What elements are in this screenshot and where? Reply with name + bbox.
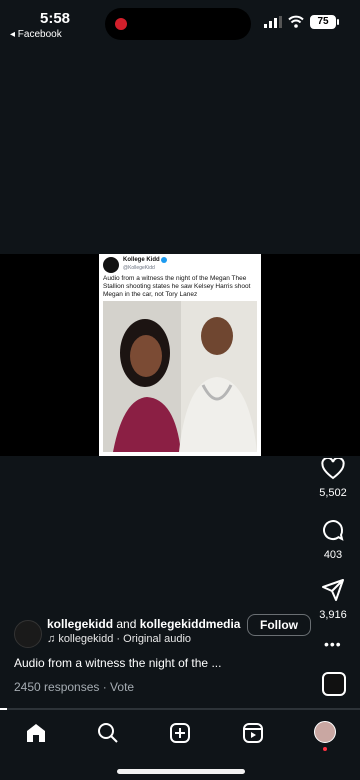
like-count: 5,502 bbox=[319, 487, 347, 499]
progress-fill bbox=[0, 708, 8, 710]
home-indicator bbox=[117, 769, 245, 774]
audio-thumbnail[interactable] bbox=[322, 672, 346, 696]
author-row: kollegekidd and kollegekiddmedia ♫ kolle… bbox=[14, 614, 311, 654]
share-action[interactable]: 3,916 bbox=[306, 578, 360, 621]
tweet-text: Audio from a witness the night of the Me… bbox=[103, 275, 251, 298]
reels-icon[interactable] bbox=[241, 721, 265, 745]
author-names: kollegekidd and kollegekiddmedia bbox=[47, 617, 240, 631]
tweet-screenshot: Kollege Kidd @KollegeKidd Audio from a w… bbox=[99, 254, 261, 456]
profile-avatar[interactable] bbox=[314, 721, 336, 743]
comment-icon[interactable] bbox=[321, 518, 345, 542]
collaborator-username[interactable]: kollegekiddmedia bbox=[140, 617, 241, 631]
wifi-icon bbox=[288, 15, 304, 28]
more-options-icon[interactable]: ••• bbox=[324, 636, 342, 652]
tweet-name: Kollege Kidd bbox=[123, 257, 160, 263]
audio-label: Original audio bbox=[123, 633, 192, 645]
create-icon[interactable] bbox=[168, 721, 192, 745]
audio-line[interactable]: ♫ kollegekidd · Original audio bbox=[47, 633, 191, 645]
tweet-handle: @KollegeKidd bbox=[123, 265, 155, 271]
audio-separator: · bbox=[116, 633, 121, 645]
search-icon[interactable] bbox=[96, 721, 120, 745]
battery-cap bbox=[337, 19, 339, 25]
responses-vote[interactable]: 2450 responses · Vote bbox=[14, 680, 134, 694]
tweet-avatar bbox=[103, 257, 119, 273]
notification-dot bbox=[323, 747, 327, 751]
tweet-photo bbox=[103, 301, 257, 452]
back-to-facebook-link[interactable]: ◂ Facebook bbox=[10, 29, 62, 40]
cellular-signal-icon bbox=[264, 16, 282, 28]
status-bar: 5:58 ◂ Facebook 75 bbox=[0, 0, 360, 48]
author-and: and bbox=[116, 617, 137, 631]
like-action[interactable]: 5,502 bbox=[306, 458, 360, 499]
share-count: 3,916 bbox=[319, 609, 347, 621]
music-note-icon: ♫ bbox=[47, 633, 56, 645]
caption[interactable]: Audio from a witness the night of the ..… bbox=[14, 656, 221, 670]
battery-level: 75 bbox=[310, 15, 336, 29]
recording-indicator-icon bbox=[115, 18, 127, 30]
comment-action[interactable]: 403 bbox=[306, 518, 360, 561]
author-username[interactable]: kollegekidd bbox=[47, 617, 113, 631]
video-progress[interactable] bbox=[0, 708, 360, 710]
home-icon[interactable] bbox=[24, 721, 48, 745]
send-icon[interactable] bbox=[321, 578, 345, 602]
heart-icon[interactable] bbox=[321, 458, 345, 480]
status-time: 5:58 bbox=[40, 10, 71, 27]
audio-handle: kollegekidd bbox=[58, 633, 114, 645]
author-avatar[interactable] bbox=[14, 620, 42, 648]
follow-button[interactable]: Follow bbox=[247, 614, 311, 636]
verified-badge-icon bbox=[161, 257, 167, 263]
dynamic-island bbox=[105, 8, 251, 40]
comment-count: 403 bbox=[323, 549, 343, 561]
